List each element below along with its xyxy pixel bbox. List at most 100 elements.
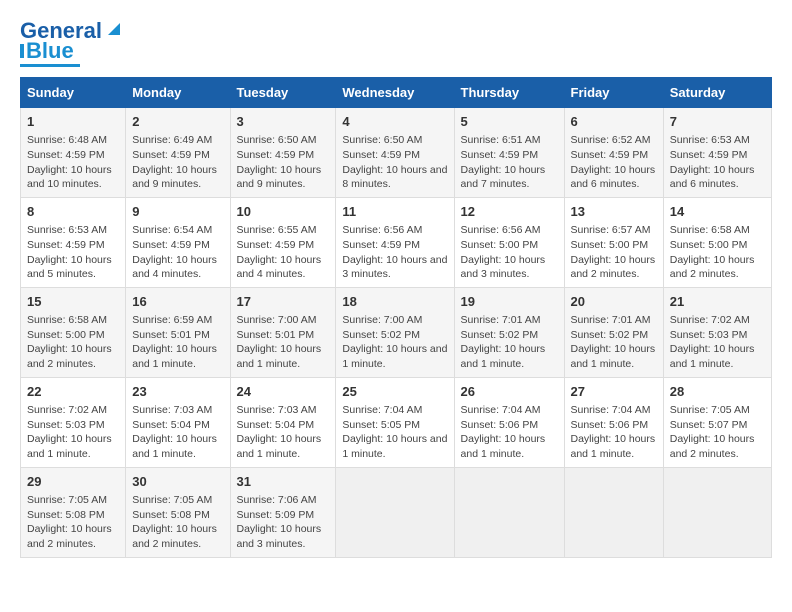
calendar-cell: 31 Sunrise: 7:06 AM Sunset: 5:09 PM Dayl… bbox=[230, 467, 336, 557]
day-info: Sunrise: 7:00 AM Sunset: 5:01 PM Dayligh… bbox=[237, 313, 330, 372]
calendar-cell: 20 Sunrise: 7:01 AM Sunset: 5:02 PM Dayl… bbox=[564, 287, 663, 377]
day-info: Sunrise: 7:05 AM Sunset: 5:08 PM Dayligh… bbox=[132, 493, 223, 552]
day-info: Sunrise: 6:52 AM Sunset: 4:59 PM Dayligh… bbox=[571, 133, 657, 192]
day-info: Sunrise: 7:01 AM Sunset: 5:02 PM Dayligh… bbox=[571, 313, 657, 372]
calendar-cell: 13 Sunrise: 6:57 AM Sunset: 5:00 PM Dayl… bbox=[564, 197, 663, 287]
day-info: Sunrise: 7:04 AM Sunset: 5:06 PM Dayligh… bbox=[461, 403, 558, 462]
day-number: 11 bbox=[342, 203, 447, 221]
day-info: Sunrise: 7:01 AM Sunset: 5:02 PM Dayligh… bbox=[461, 313, 558, 372]
day-info: Sunrise: 6:51 AM Sunset: 4:59 PM Dayligh… bbox=[461, 133, 558, 192]
day-number: 30 bbox=[132, 473, 223, 491]
day-info: Sunrise: 7:03 AM Sunset: 5:04 PM Dayligh… bbox=[132, 403, 223, 462]
day-number: 6 bbox=[571, 113, 657, 131]
calendar-cell: 1 Sunrise: 6:48 AM Sunset: 4:59 PM Dayli… bbox=[21, 108, 126, 198]
day-info: Sunrise: 6:53 AM Sunset: 4:59 PM Dayligh… bbox=[670, 133, 765, 192]
calendar-cell: 28 Sunrise: 7:05 AM Sunset: 5:07 PM Dayl… bbox=[663, 377, 771, 467]
day-info: Sunrise: 6:56 AM Sunset: 5:00 PM Dayligh… bbox=[461, 223, 558, 282]
header-friday: Friday bbox=[564, 78, 663, 108]
calendar-cell bbox=[336, 467, 454, 557]
day-info: Sunrise: 6:55 AM Sunset: 4:59 PM Dayligh… bbox=[237, 223, 330, 282]
day-number: 28 bbox=[670, 383, 765, 401]
day-info: Sunrise: 7:06 AM Sunset: 5:09 PM Dayligh… bbox=[237, 493, 330, 552]
day-number: 9 bbox=[132, 203, 223, 221]
calendar-cell: 30 Sunrise: 7:05 AM Sunset: 5:08 PM Dayl… bbox=[126, 467, 230, 557]
week-row-2: 8 Sunrise: 6:53 AM Sunset: 4:59 PM Dayli… bbox=[21, 197, 772, 287]
day-number: 14 bbox=[670, 203, 765, 221]
header-wednesday: Wednesday bbox=[336, 78, 454, 108]
day-number: 22 bbox=[27, 383, 119, 401]
day-number: 2 bbox=[132, 113, 223, 131]
calendar-cell: 16 Sunrise: 6:59 AM Sunset: 5:01 PM Dayl… bbox=[126, 287, 230, 377]
day-info: Sunrise: 6:48 AM Sunset: 4:59 PM Dayligh… bbox=[27, 133, 119, 192]
header-sunday: Sunday bbox=[21, 78, 126, 108]
day-number: 24 bbox=[237, 383, 330, 401]
logo: General Blue bbox=[20, 20, 124, 67]
header-thursday: Thursday bbox=[454, 78, 564, 108]
day-number: 23 bbox=[132, 383, 223, 401]
calendar-cell: 5 Sunrise: 6:51 AM Sunset: 4:59 PM Dayli… bbox=[454, 108, 564, 198]
day-number: 18 bbox=[342, 293, 447, 311]
calendar-cell bbox=[454, 467, 564, 557]
day-info: Sunrise: 6:53 AM Sunset: 4:59 PM Dayligh… bbox=[27, 223, 119, 282]
day-number: 25 bbox=[342, 383, 447, 401]
day-number: 21 bbox=[670, 293, 765, 311]
calendar-cell: 8 Sunrise: 6:53 AM Sunset: 4:59 PM Dayli… bbox=[21, 197, 126, 287]
day-info: Sunrise: 6:54 AM Sunset: 4:59 PM Dayligh… bbox=[132, 223, 223, 282]
day-number: 31 bbox=[237, 473, 330, 491]
week-row-3: 15 Sunrise: 6:58 AM Sunset: 5:00 PM Dayl… bbox=[21, 287, 772, 377]
week-row-5: 29 Sunrise: 7:05 AM Sunset: 5:08 PM Dayl… bbox=[21, 467, 772, 557]
calendar-cell: 2 Sunrise: 6:49 AM Sunset: 4:59 PM Dayli… bbox=[126, 108, 230, 198]
calendar-cell: 4 Sunrise: 6:50 AM Sunset: 4:59 PM Dayli… bbox=[336, 108, 454, 198]
calendar-cell: 29 Sunrise: 7:05 AM Sunset: 5:08 PM Dayl… bbox=[21, 467, 126, 557]
calendar-cell: 15 Sunrise: 6:58 AM Sunset: 5:00 PM Dayl… bbox=[21, 287, 126, 377]
day-number: 16 bbox=[132, 293, 223, 311]
logo-line bbox=[20, 64, 80, 67]
day-info: Sunrise: 7:04 AM Sunset: 5:05 PM Dayligh… bbox=[342, 403, 447, 462]
calendar-cell: 22 Sunrise: 7:02 AM Sunset: 5:03 PM Dayl… bbox=[21, 377, 126, 467]
calendar-cell: 19 Sunrise: 7:01 AM Sunset: 5:02 PM Dayl… bbox=[454, 287, 564, 377]
day-info: Sunrise: 7:00 AM Sunset: 5:02 PM Dayligh… bbox=[342, 313, 447, 372]
day-info: Sunrise: 7:05 AM Sunset: 5:07 PM Dayligh… bbox=[670, 403, 765, 462]
calendar-cell: 14 Sunrise: 6:58 AM Sunset: 5:00 PM Dayl… bbox=[663, 197, 771, 287]
calendar-cell: 6 Sunrise: 6:52 AM Sunset: 4:59 PM Dayli… bbox=[564, 108, 663, 198]
day-number: 13 bbox=[571, 203, 657, 221]
calendar-cell: 21 Sunrise: 7:02 AM Sunset: 5:03 PM Dayl… bbox=[663, 287, 771, 377]
day-info: Sunrise: 6:57 AM Sunset: 5:00 PM Dayligh… bbox=[571, 223, 657, 282]
calendar-table: SundayMondayTuesdayWednesdayThursdayFrid… bbox=[20, 77, 772, 558]
logo-blue-text: Blue bbox=[26, 40, 74, 62]
calendar-cell: 25 Sunrise: 7:04 AM Sunset: 5:05 PM Dayl… bbox=[336, 377, 454, 467]
day-number: 17 bbox=[237, 293, 330, 311]
day-info: Sunrise: 7:02 AM Sunset: 5:03 PM Dayligh… bbox=[27, 403, 119, 462]
day-info: Sunrise: 7:03 AM Sunset: 5:04 PM Dayligh… bbox=[237, 403, 330, 462]
day-info: Sunrise: 6:50 AM Sunset: 4:59 PM Dayligh… bbox=[237, 133, 330, 192]
day-number: 27 bbox=[571, 383, 657, 401]
day-number: 1 bbox=[27, 113, 119, 131]
day-info: Sunrise: 6:49 AM Sunset: 4:59 PM Dayligh… bbox=[132, 133, 223, 192]
day-info: Sunrise: 7:04 AM Sunset: 5:06 PM Dayligh… bbox=[571, 403, 657, 462]
page-header: General Blue bbox=[20, 20, 772, 67]
day-info: Sunrise: 7:02 AM Sunset: 5:03 PM Dayligh… bbox=[670, 313, 765, 372]
day-info: Sunrise: 7:05 AM Sunset: 5:08 PM Dayligh… bbox=[27, 493, 119, 552]
day-number: 19 bbox=[461, 293, 558, 311]
day-info: Sunrise: 6:50 AM Sunset: 4:59 PM Dayligh… bbox=[342, 133, 447, 192]
day-number: 8 bbox=[27, 203, 119, 221]
day-number: 10 bbox=[237, 203, 330, 221]
day-info: Sunrise: 6:56 AM Sunset: 4:59 PM Dayligh… bbox=[342, 223, 447, 282]
calendar-cell: 23 Sunrise: 7:03 AM Sunset: 5:04 PM Dayl… bbox=[126, 377, 230, 467]
calendar-cell: 26 Sunrise: 7:04 AM Sunset: 5:06 PM Dayl… bbox=[454, 377, 564, 467]
day-number: 15 bbox=[27, 293, 119, 311]
day-info: Sunrise: 6:58 AM Sunset: 5:00 PM Dayligh… bbox=[670, 223, 765, 282]
calendar-cell: 27 Sunrise: 7:04 AM Sunset: 5:06 PM Dayl… bbox=[564, 377, 663, 467]
header-saturday: Saturday bbox=[663, 78, 771, 108]
calendar-cell: 18 Sunrise: 7:00 AM Sunset: 5:02 PM Dayl… bbox=[336, 287, 454, 377]
calendar-cell: 24 Sunrise: 7:03 AM Sunset: 5:04 PM Dayl… bbox=[230, 377, 336, 467]
header-tuesday: Tuesday bbox=[230, 78, 336, 108]
calendar-header-row: SundayMondayTuesdayWednesdayThursdayFrid… bbox=[21, 78, 772, 108]
day-number: 20 bbox=[571, 293, 657, 311]
day-number: 26 bbox=[461, 383, 558, 401]
day-number: 12 bbox=[461, 203, 558, 221]
calendar-cell: 7 Sunrise: 6:53 AM Sunset: 4:59 PM Dayli… bbox=[663, 108, 771, 198]
logo-arrow-icon bbox=[104, 19, 124, 39]
day-number: 7 bbox=[670, 113, 765, 131]
header-monday: Monday bbox=[126, 78, 230, 108]
